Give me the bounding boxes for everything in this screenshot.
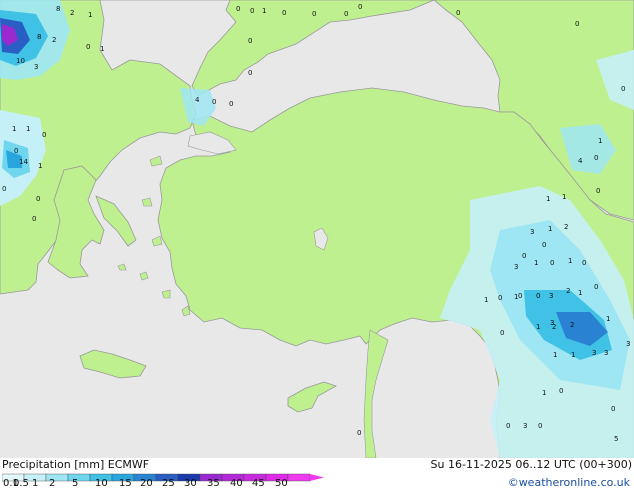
precip-value-label: 0 (498, 294, 502, 302)
precip-value-label: 0 (312, 10, 316, 18)
precip-value-label: 0 (522, 252, 526, 260)
legend-tick: 35 (207, 478, 220, 489)
legend-tick: 0.5 (13, 478, 29, 489)
legend-tick: 30 (184, 478, 197, 489)
precip-value-label: 1 (571, 351, 575, 359)
precip-value-label: 2 (566, 287, 570, 295)
legend-tick: 2 (49, 478, 56, 489)
precipitation-map: 0 0 1 0 0 0 0 0 0 8 2 1 8 2 0 1 0 10 3 0 0 4 0 0 1 1 0 1 0 4 0 14 1 0 0 0 1 1… (0, 0, 634, 458)
precip-value-label: 1 (38, 162, 42, 170)
legend-datetime: Su 16-11-2025 06..12 UTC (00+300) (430, 458, 632, 471)
precip-value-label: 0 (32, 215, 36, 223)
precip-value-label: 10 (16, 57, 25, 65)
precip-value-label: 0 (357, 429, 361, 437)
legend-title: Precipitation [mm] ECMWF (2, 458, 150, 471)
precip-value-label: 2 (570, 321, 574, 329)
scale-arrow (310, 474, 324, 481)
precip-value-label: 8 (56, 5, 60, 13)
legend-tick: 25 (162, 478, 175, 489)
legend-tick: 20 (140, 478, 153, 489)
precip-value-label: 3 (530, 228, 534, 236)
precip-value-label: 1 (598, 137, 602, 145)
precip-value-label: 2 (52, 36, 56, 44)
precip-value-label: 1 (100, 45, 104, 53)
legend-tick: 45 (252, 478, 265, 489)
precip-value-label: 14 (19, 158, 28, 166)
precip-value-label: 0 (344, 10, 348, 18)
precip-value-label: 0 (536, 292, 540, 300)
precip-value-label: 1 (484, 296, 488, 304)
precip-value-label: 1 (568, 257, 572, 265)
precip-value-label: 0 (621, 85, 625, 93)
precip-value-label: 0 (86, 43, 90, 51)
precip-value-label: 3 (549, 292, 553, 300)
precip-value-label: 1 (578, 289, 582, 297)
precip-value-label: 0 (248, 37, 252, 45)
precip-value-label: 0 (229, 100, 233, 108)
map-canvas: 0 0 1 0 0 00008 2 18 20 10103004 0 01 10104 014 10001 1… (0, 0, 634, 458)
legend-tick: 50 (275, 478, 288, 489)
precip-value-label: 1 (553, 351, 557, 359)
precip-value-label: 0 (506, 422, 510, 430)
precip-value-label: 0 (550, 259, 554, 267)
precip-value-label: 1 (546, 195, 550, 203)
precip-value-label: 3 (592, 349, 596, 357)
precip-value-label: 2 (564, 223, 568, 231)
precip-value-label: 0 (594, 154, 598, 162)
precip-value-label: 3 (523, 422, 527, 430)
precip-value-label: 0 (559, 387, 563, 395)
precip-value-label: 0 (248, 69, 252, 77)
precip-value-label: 0 (456, 9, 460, 17)
credit: ©weatheronline.co.uk (507, 476, 630, 489)
legend-tick: 1 (32, 478, 39, 489)
precip-value-label: 0 (42, 131, 46, 139)
precip-value-label: 0 (500, 329, 504, 337)
precip-value-label: 0 (542, 241, 546, 249)
precip-value-label: 1 (542, 389, 546, 397)
precip-value-label: 2 (70, 9, 74, 17)
precip-value-label: 0 (358, 3, 362, 11)
legend-tick: 40 (230, 478, 243, 489)
precip-value-label: 0 (582, 259, 586, 267)
precip-value-label: 0 (212, 98, 216, 106)
precip-value-label: 1 (562, 193, 566, 201)
precip-value-label: 0 (596, 187, 600, 195)
precip-value-label: 1 (88, 11, 92, 19)
precip-value-label: 1 (262, 7, 266, 15)
precip-value-label: 4 (578, 157, 583, 165)
legend-tick: 15 (119, 478, 132, 489)
legend-tick: 10 (95, 478, 108, 489)
precip-value-label: 1 (26, 125, 30, 133)
legend-bar: Precipitation [mm] ECMWF Su 16-11-2025 0… (0, 458, 634, 490)
precip-value-label: 1 (536, 323, 540, 331)
precip-value-label: 3 (626, 340, 630, 348)
precip-value-label: 0 (14, 147, 18, 155)
legend-tick: 5 (72, 478, 79, 489)
precip-value-label: 5 (614, 435, 618, 443)
precip-value-label: 4 (195, 96, 200, 104)
precip-value-label: 3 (34, 63, 38, 71)
precip-value-label: 0 (282, 9, 286, 17)
precip-value-label: 1 (606, 315, 610, 323)
precip-value-label: 2 (552, 323, 556, 331)
precip-value-label: 0 (518, 292, 522, 300)
precip-value-label: 1 (12, 125, 16, 133)
precip-value-label: 3 (514, 263, 518, 271)
scale-swatch (287, 473, 311, 482)
precip-value-label: 1 (548, 225, 552, 233)
precip-value-label: 0 (538, 422, 542, 430)
precip-value-label: 0 (594, 283, 598, 291)
precip-value-label: 0 (250, 7, 254, 15)
precip-value-label: 0 (575, 20, 579, 28)
precip-value-label: 0 (611, 405, 615, 413)
precip-value-label: 0 (236, 5, 240, 13)
precip-value-label: 3 (604, 349, 608, 357)
precip-value-label: 8 (37, 33, 41, 41)
precip-value-label: 0 (2, 185, 6, 193)
precip-value-label: 0 (36, 195, 40, 203)
precip-value-label: 1 (534, 259, 538, 267)
